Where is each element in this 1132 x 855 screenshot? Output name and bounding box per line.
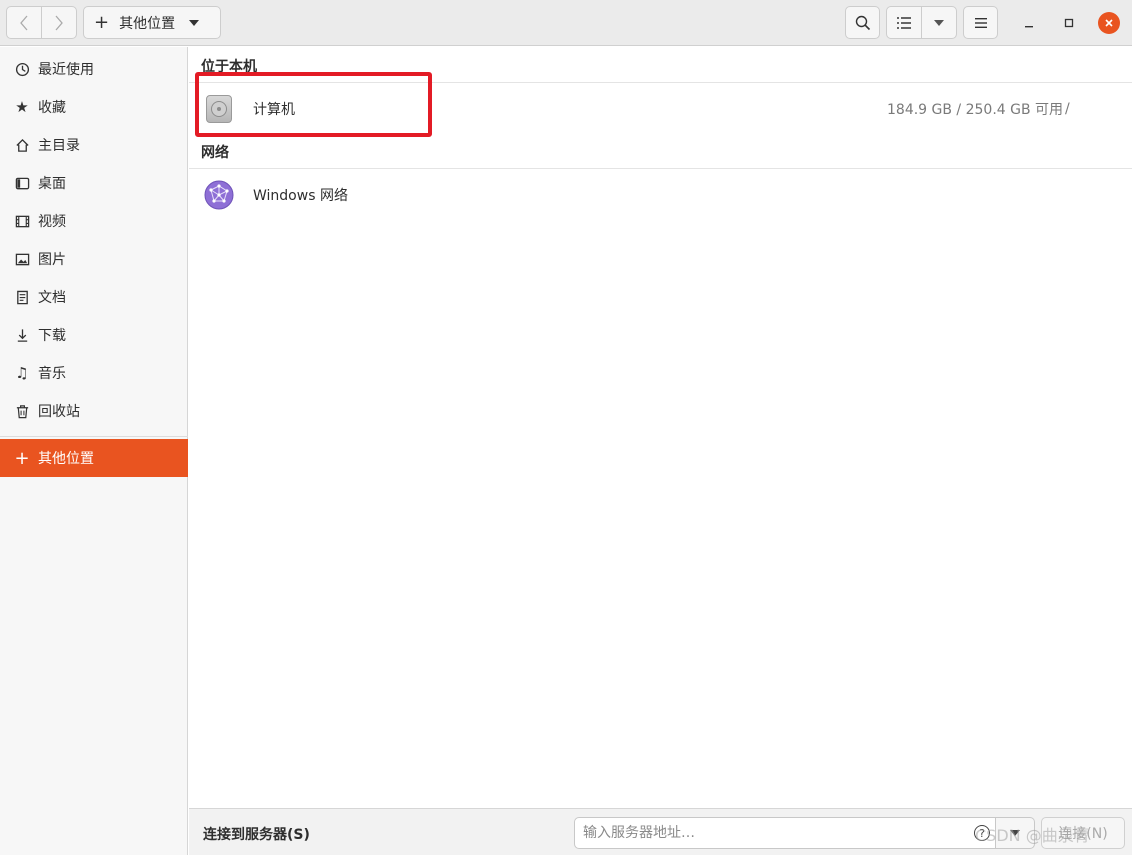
server-address-input[interactable] bbox=[574, 817, 996, 849]
network-name: Windows 网络 bbox=[253, 188, 348, 204]
view-options-dropdown[interactable] bbox=[921, 6, 957, 39]
sidebar-separator bbox=[0, 436, 188, 437]
minimize-button[interactable] bbox=[1018, 12, 1040, 34]
back-button[interactable] bbox=[6, 6, 42, 39]
desktop-icon bbox=[13, 174, 31, 192]
chevron-left-icon bbox=[20, 15, 28, 30]
sidebar-item-pictures[interactable]: 图片 bbox=[0, 240, 188, 278]
sidebar-item-other-locations[interactable]: + 其他位置 bbox=[0, 439, 188, 477]
list-view-button[interactable] bbox=[886, 6, 922, 39]
places-view: 位于本机 计算机 184.9 GB / 250.4 GB 可用 / 网络 Win… bbox=[189, 47, 1132, 807]
connect-to-server-label: 连接到服务器(S) bbox=[203, 827, 310, 843]
home-icon bbox=[13, 136, 31, 154]
path-label: 其他位置 bbox=[119, 15, 176, 32]
section-divider bbox=[189, 168, 1132, 169]
sidebar-item-desktop[interactable]: 桌面 bbox=[0, 164, 188, 202]
sidebar-item-recent[interactable]: 最近使用 bbox=[0, 50, 188, 88]
maximize-button[interactable] bbox=[1058, 12, 1080, 34]
video-icon bbox=[13, 212, 31, 230]
storage-info: 184.9 GB / 250.4 GB 可用 bbox=[887, 102, 1064, 118]
chevron-right-icon bbox=[55, 15, 63, 30]
sidebar-item-documents[interactable]: 文档 bbox=[0, 278, 188, 316]
picture-icon bbox=[13, 250, 31, 268]
highlight-annotation-box bbox=[195, 72, 432, 137]
header-bar: + 其他位置 bbox=[0, 0, 1132, 46]
sidebar-item-label: 桌面 bbox=[38, 176, 66, 192]
caret-down-icon bbox=[934, 19, 944, 26]
section-title-network: 网络 bbox=[201, 145, 229, 161]
minimize-icon bbox=[1025, 26, 1033, 28]
download-icon bbox=[13, 326, 31, 344]
close-button[interactable] bbox=[1098, 12, 1120, 34]
watermark: CSDN @曲泉青 bbox=[975, 826, 1090, 845]
clock-icon bbox=[13, 60, 31, 78]
plus-icon: + bbox=[14, 447, 30, 469]
sidebar-item-trash[interactable]: 回收站 bbox=[0, 392, 188, 430]
sidebar-item-label: 收藏 bbox=[38, 100, 66, 116]
sidebar-item-label: 音乐 bbox=[38, 366, 66, 382]
music-icon: ♫ bbox=[15, 364, 29, 382]
trash-icon bbox=[13, 402, 31, 420]
sidebar-item-label: 视频 bbox=[38, 214, 66, 230]
path-bar-button[interactable]: + 其他位置 bbox=[83, 6, 221, 39]
sidebar-item-home[interactable]: 主目录 bbox=[0, 126, 188, 164]
maximize-icon bbox=[1064, 18, 1074, 28]
star-icon: ★ bbox=[15, 98, 29, 116]
document-icon bbox=[13, 288, 31, 306]
hamburger-menu-icon bbox=[974, 17, 987, 28]
plus-icon: + bbox=[94, 12, 110, 33]
sidebar-item-music[interactable]: ♫ 音乐 bbox=[0, 354, 188, 392]
search-button[interactable] bbox=[845, 6, 880, 39]
sidebar-item-starred[interactable]: ★ 收藏 bbox=[0, 88, 188, 126]
windows-network-row[interactable]: Windows 网络 bbox=[189, 173, 1132, 217]
list-view-icon bbox=[897, 16, 911, 29]
mount-point: / bbox=[1065, 101, 1070, 117]
sidebar-item-label: 回收站 bbox=[38, 404, 80, 420]
sidebar-item-label: 下载 bbox=[38, 328, 66, 344]
sidebar-item-label: 文档 bbox=[38, 290, 66, 306]
sidebar-item-label: 主目录 bbox=[38, 138, 80, 154]
sidebar-item-label: 其他位置 bbox=[38, 451, 94, 467]
sidebar: 最近使用 ★ 收藏 主目录 桌面 视频 图片 文档 下载 ♫ 音乐 回收站 + … bbox=[0, 47, 188, 855]
sidebar-item-label: 图片 bbox=[38, 252, 66, 268]
sidebar-item-videos[interactable]: 视频 bbox=[0, 202, 188, 240]
sidebar-item-downloads[interactable]: 下载 bbox=[0, 316, 188, 354]
search-icon bbox=[855, 15, 870, 30]
main-menu-button[interactable] bbox=[963, 6, 998, 39]
close-icon bbox=[1105, 19, 1113, 27]
network-globe-icon bbox=[204, 180, 234, 210]
caret-down-icon bbox=[189, 19, 200, 26]
sidebar-item-label: 最近使用 bbox=[38, 62, 94, 78]
forward-button[interactable] bbox=[41, 6, 77, 39]
